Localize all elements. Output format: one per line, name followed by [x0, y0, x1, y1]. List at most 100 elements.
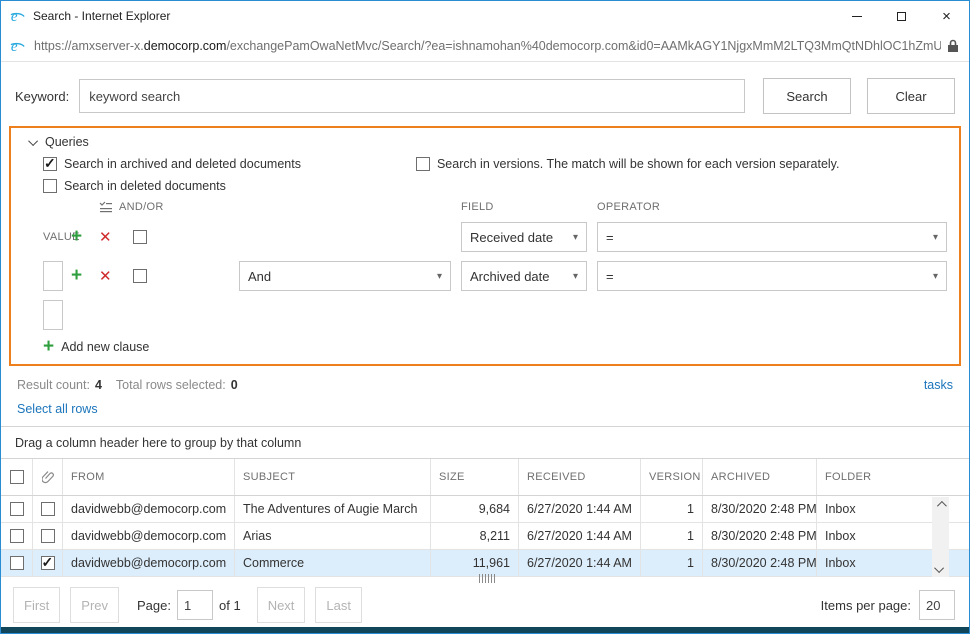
last-page-button[interactable]: Last [315, 587, 362, 623]
maximize-button[interactable] [879, 1, 924, 31]
column-header-archived[interactable]: ARCHIVED [703, 459, 817, 495]
cell-version: 1 [641, 550, 703, 576]
remove-clause-icon[interactable]: ✕ [99, 228, 123, 246]
queries-header-label: Queries [45, 135, 89, 149]
table-header-row: FROM SUBJECT SIZE RECEIVED VERSION ARCHI… [1, 459, 969, 496]
window-title: Search - Internet Explorer [33, 9, 834, 23]
prev-page-button[interactable]: Prev [70, 587, 119, 623]
field-select[interactable]: Archived date ▾ [461, 261, 587, 291]
minimize-button[interactable] [834, 1, 879, 31]
clause-value-input[interactable] [43, 300, 63, 330]
versions-checkbox[interactable] [416, 157, 430, 171]
row-attachment-checkbox[interactable] [41, 556, 55, 570]
archived-deleted-checkbox[interactable] [43, 157, 57, 171]
criteria-list-icon [99, 201, 113, 213]
queries-collapse-header[interactable]: Queries [31, 135, 111, 149]
result-count-label: Result count: [17, 378, 90, 392]
row-select-checkbox[interactable] [10, 556, 24, 570]
column-header-received[interactable]: RECEIVED [519, 459, 641, 495]
andor-select-value: And [248, 269, 433, 284]
query-options-line-1: Search in archived and deleted documents… [43, 157, 947, 171]
add-new-clause-link[interactable]: + Add new clause [43, 340, 183, 354]
column-header-subject[interactable]: SUBJECT [235, 459, 431, 495]
items-per-page-label: Items per page: [821, 598, 911, 613]
andor-select[interactable]: And ▾ [239, 261, 451, 291]
query-options-line-2: Search in deleted documents [43, 179, 947, 193]
cell-received: 6/27/2020 1:44 AM [519, 550, 641, 576]
clause-value-input[interactable] [43, 261, 63, 291]
row-attachment-checkbox[interactable] [41, 502, 55, 516]
row-attachment-checkbox[interactable] [41, 529, 55, 543]
column-header-version[interactable]: VERSION [641, 459, 703, 495]
next-page-button[interactable]: Next [257, 587, 306, 623]
add-clause-icon[interactable]: + [71, 230, 89, 244]
queries-panel: Queries Search in archived and deleted d… [9, 126, 961, 366]
results-table: FROM SUBJECT SIZE RECEIVED VERSION ARCHI… [1, 459, 969, 577]
chevron-down-icon: ▾ [437, 271, 442, 282]
resize-grip[interactable] [479, 574, 495, 583]
chevron-down-icon: ▾ [933, 271, 938, 282]
versions-label: Search in versions. The match will be sh… [437, 157, 840, 171]
window-bottom-border [1, 627, 969, 633]
total-selected-value: 0 [231, 378, 238, 392]
select-all-checkbox[interactable] [10, 470, 24, 484]
url-path: /exchangePamOwaNetMvc/Search/?ea=ishnamo… [226, 39, 941, 53]
keyword-input[interactable] [79, 79, 745, 113]
results-info: Result count: 4 Total rows selected: 0 t… [1, 366, 969, 416]
url-field[interactable]: https://amxserver-x.democorp.com/exchang… [34, 39, 941, 53]
column-header-size[interactable]: SIZE [431, 459, 519, 495]
field-select[interactable]: Received date ▾ [461, 222, 587, 252]
first-page-button[interactable]: First [13, 587, 60, 623]
field-column-header: FIELD [461, 201, 587, 213]
operator-select[interactable]: = ▾ [597, 261, 947, 291]
svg-text:e: e [11, 9, 18, 25]
cell-version: 1 [641, 523, 703, 549]
clause-builder: AND/OR FIELD OPERATOR VALUE + ✕ Received… [43, 201, 947, 330]
remove-clause-icon[interactable]: ✕ [99, 267, 123, 285]
browser-window: { "window": { "title": "Search - Interne… [0, 0, 970, 634]
total-selected-label: Total rows selected: [116, 378, 226, 392]
table-row[interactable]: davidwebb@democorp.com Arias 8,211 6/27/… [1, 523, 969, 550]
keyword-section: Keyword: Search Clear [1, 62, 969, 126]
clause-checkbox[interactable] [133, 230, 147, 244]
group-by-bar[interactable]: Drag a column header here to group by th… [1, 426, 969, 459]
window-controls: × [834, 1, 969, 31]
address-bar: e https://amxserver-x.democorp.com/excha… [1, 31, 969, 62]
chevron-down-icon: ▾ [933, 232, 938, 243]
page-favicon-icon: e [9, 38, 26, 55]
column-header-folder[interactable]: FOLDER [817, 459, 969, 495]
andor-column-header: AND/OR [119, 201, 164, 213]
scrollbar-down-icon[interactable] [932, 562, 949, 577]
chevron-down-icon: ▾ [573, 271, 578, 282]
add-clause-icon[interactable]: + [71, 269, 89, 283]
field-select-value: Received date [470, 230, 569, 245]
close-button[interactable]: × [924, 1, 969, 31]
cell-received: 6/27/2020 1:44 AM [519, 496, 641, 522]
chevron-down-icon [28, 136, 38, 146]
cell-from: davidwebb@democorp.com [63, 550, 235, 576]
table-row[interactable]: davidwebb@democorp.com Commerce 11,961 6… [1, 550, 969, 577]
cell-archived: 8/30/2020 2:48 PM [703, 496, 817, 522]
items-per-page-input[interactable] [919, 590, 955, 620]
search-button[interactable]: Search [763, 78, 851, 114]
vertical-scrollbar[interactable] [932, 497, 949, 577]
row-select-checkbox[interactable] [10, 502, 24, 516]
clear-button[interactable]: Clear [867, 78, 955, 114]
url-prefix: https://amxserver-x. [34, 39, 144, 53]
tasks-link[interactable]: tasks [924, 378, 953, 392]
table-row[interactable]: davidwebb@democorp.com The Adventures of… [1, 496, 969, 523]
select-all-rows-link[interactable]: Select all rows [17, 402, 98, 416]
scrollbar-up-icon[interactable] [932, 497, 949, 512]
operator-select[interactable]: = ▾ [597, 222, 947, 252]
column-header-from[interactable]: FROM [63, 459, 235, 495]
cell-archived: 8/30/2020 2:48 PM [703, 550, 817, 576]
pagination-bar: First Prev Page: of 1 Next Last Items pe… [1, 577, 969, 623]
operator-select-value: = [606, 230, 929, 245]
deleted-documents-checkbox[interactable] [43, 179, 57, 193]
cell-size: 11,961 [431, 550, 519, 576]
row-select-checkbox[interactable] [10, 529, 24, 543]
cell-version: 1 [641, 496, 703, 522]
clause-checkbox[interactable] [133, 269, 147, 283]
operator-column-header: OPERATOR [597, 201, 947, 213]
page-number-input[interactable] [177, 590, 213, 620]
